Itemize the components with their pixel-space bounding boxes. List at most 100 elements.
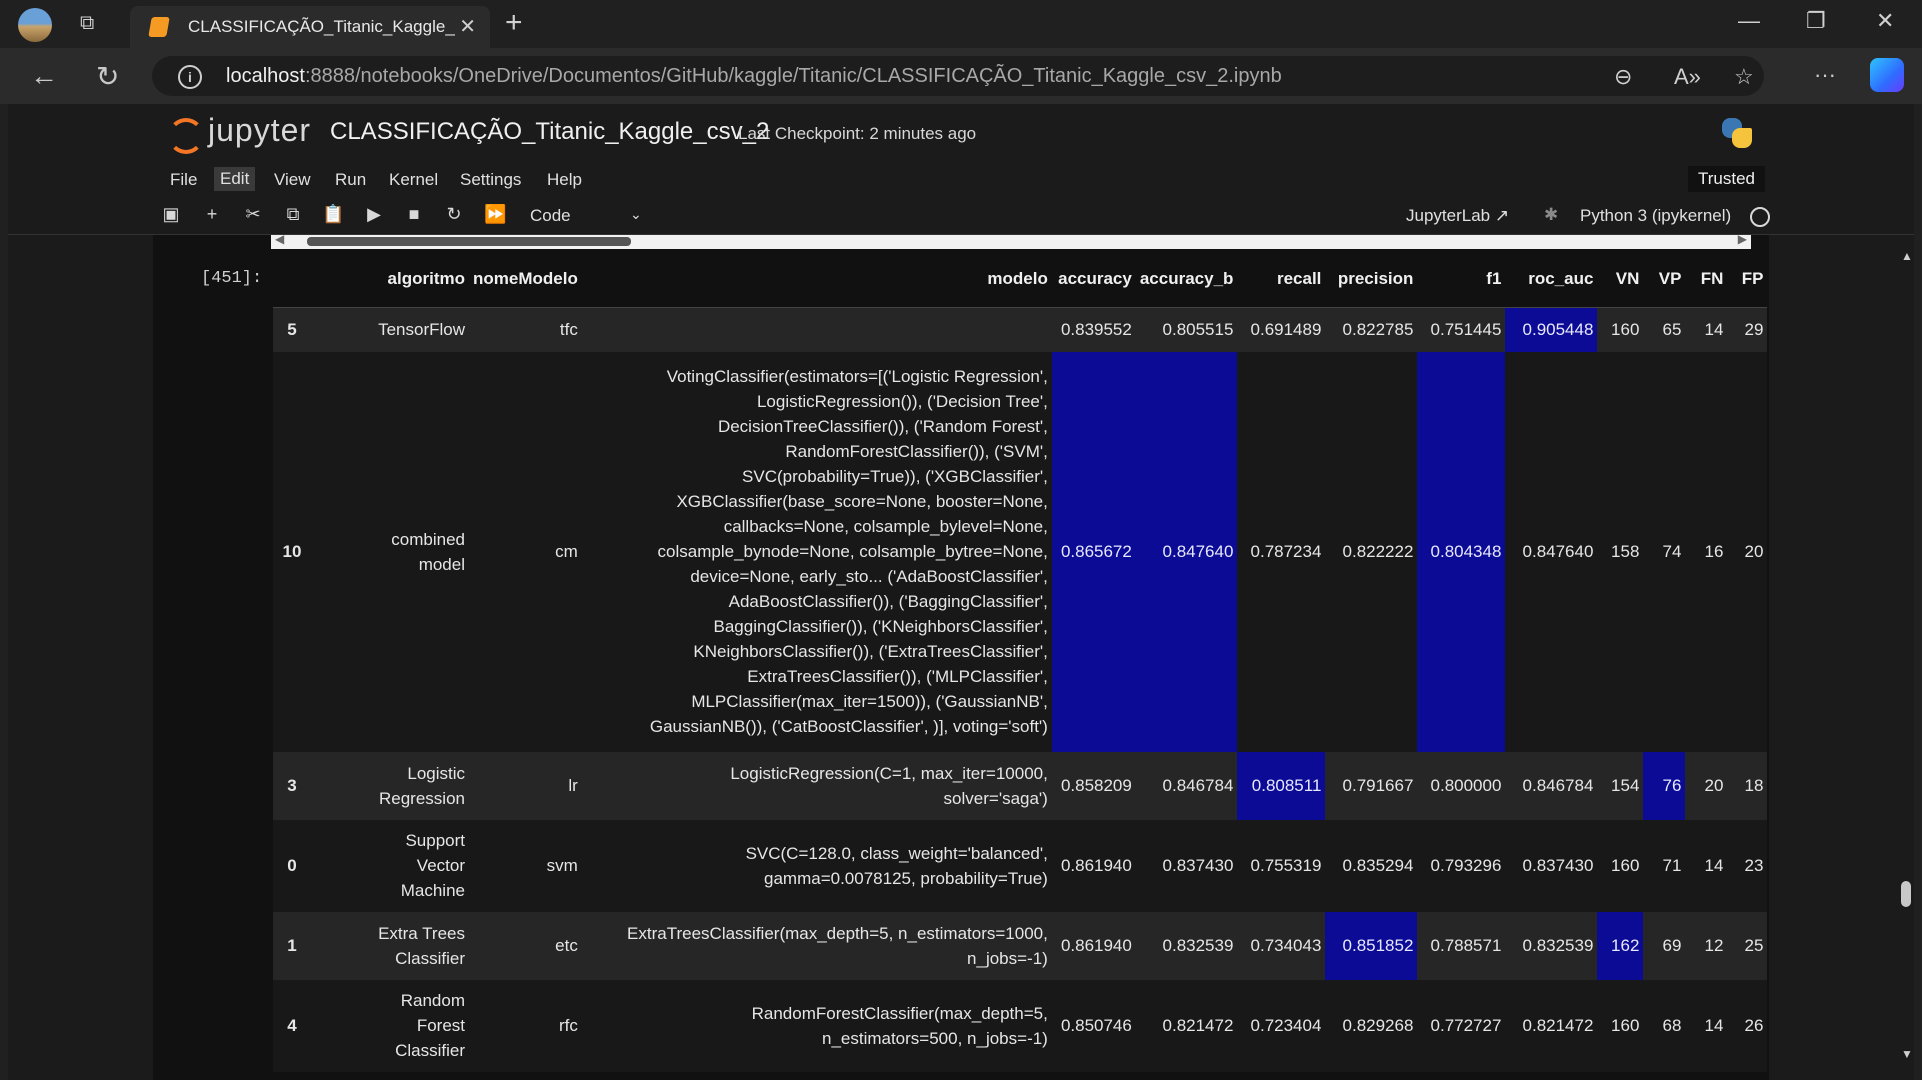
cell-roc-auc: 0.846784 <box>1505 751 1598 820</box>
menu-view[interactable]: View <box>274 170 311 190</box>
menu-settings[interactable]: Settings <box>460 170 521 190</box>
menu-file[interactable]: File <box>170 170 197 190</box>
restart-icon[interactable]: ↻ <box>443 204 465 225</box>
close-tab-icon[interactable]: ✕ <box>459 14 476 39</box>
menu-run[interactable]: Run <box>335 170 366 190</box>
url-path: :8888/notebooks/OneDrive/Documentos/GitH… <box>304 65 1282 87</box>
copilot-icon[interactable] <box>1870 58 1904 92</box>
browser-tab[interactable]: CLASSIFICAÇÃO_Titanic_Kaggle_ ✕ <box>130 6 490 48</box>
modelo-line: XGBClassifier(base_score=None, booster=N… <box>676 492 1048 511</box>
cell-modelo: LogisticRegression(C=1, max_iter=10000, s… <box>581 751 1052 820</box>
back-icon[interactable]: ← <box>30 60 58 92</box>
cell-nomemodelo: rfc <box>469 979 582 1072</box>
column-header-f1: f1 <box>1417 251 1506 308</box>
cell-recall: 0.723404 <box>1237 979 1326 1072</box>
menu-kernel[interactable]: Kernel <box>389 170 438 190</box>
cell-f1: 0.804348 <box>1417 351 1506 752</box>
row-index: 10 <box>273 351 311 752</box>
jupyterlab-link[interactable]: JupyterLab ↗ <box>1406 206 1509 226</box>
scroll-up-icon[interactable]: ▲ <box>1901 249 1913 263</box>
vertical-scroll-thumb[interactable] <box>1901 881 1911 907</box>
column-header-recall: recall <box>1237 251 1326 308</box>
cell-f1: 0.751445 <box>1417 307 1506 352</box>
cell-type-select[interactable]: Code <box>530 206 571 226</box>
column-header-accuracy: accuracy <box>1051 251 1136 308</box>
run-icon[interactable]: ▶ <box>363 204 385 225</box>
stop-icon[interactable]: ■ <box>403 204 425 225</box>
restore-icon[interactable]: ❐ <box>1806 8 1826 34</box>
cell-nomemodelo: lr <box>469 751 582 820</box>
cell-precision: 0.822785 <box>1325 307 1418 352</box>
scroll-right-icon[interactable]: ▶ <box>1738 235 1747 246</box>
favorite-icon[interactable]: ☆ <box>1734 64 1754 90</box>
external-link-icon: ↗ <box>1494 206 1510 225</box>
algoritmo-line: TensorFlow <box>378 320 465 340</box>
refresh-icon[interactable]: ↻ <box>96 60 119 93</box>
copy-icon[interactable]: ⧉ <box>282 204 304 225</box>
info-icon[interactable]: i <box>178 65 202 89</box>
cell-recall: 0.734043 <box>1237 911 1326 980</box>
algoritmo-line: Classifier <box>395 1041 465 1060</box>
cell-fp: 26 <box>1727 979 1768 1072</box>
notebook-toolbar: ▣ + ✂ ⧉ 📋 ▶ ■ ↻ ⏩ Code ⌄ JupyterLab ↗ ✱ … <box>8 196 1914 235</box>
modelo-line: RandomForestClassifier(max_depth=5, <box>751 1003 1048 1023</box>
modelo-line: ExtraTreesClassifier()), ('MLPClassifier… <box>747 667 1048 686</box>
table-row: 1 Extra Trees Classifier etc ExtraTreesClass… <box>273 911 1768 980</box>
column-header-nomemodelo: nomeModelo <box>469 251 582 308</box>
save-icon[interactable]: ▣ <box>160 204 182 225</box>
cell-recall: 0.787234 <box>1237 351 1326 752</box>
cell-accuracy: 0.865672 <box>1051 351 1136 752</box>
modelo-line: LogisticRegression(C=1, max_iter=10000, <box>730 763 1048 783</box>
scroll-down-icon[interactable]: ▼ <box>1901 1047 1913 1061</box>
notebook-title[interactable]: CLASSIFICAÇÃO_Titanic_Kaggle_csv_2 <box>330 118 769 146</box>
more-icon[interactable]: ··· <box>1814 62 1836 88</box>
paste-icon[interactable]: 📋 <box>322 204 344 225</box>
jupyter-logo-text[interactable]: jupyter <box>208 112 311 149</box>
url-field[interactable]: i localhost:8888/notebooks/OneDrive/Docu… <box>152 56 1764 96</box>
modelo-line: callbacks=None, colsample_bylevel=None, <box>723 517 1048 536</box>
modelo-line: KNeighborsClassifier()), ('ExtraTreesCla… <box>693 642 1048 661</box>
minimize-icon[interactable]: — <box>1738 8 1760 34</box>
window-close-icon[interactable]: ✕ <box>1876 8 1894 34</box>
cell-f1: 0.772727 <box>1417 979 1506 1072</box>
jupyter-logo-icon[interactable] <box>168 118 204 154</box>
read-aloud-icon[interactable]: A» <box>1674 64 1701 90</box>
menu-help[interactable]: Help <box>547 170 582 190</box>
profile-avatar[interactable] <box>18 8 52 42</box>
column-header-vp: VP <box>1643 251 1686 308</box>
modelo-line: n_jobs=-1) <box>967 948 1048 968</box>
cell-roc-auc: 0.832539 <box>1505 911 1598 980</box>
horizontal-scroll-thumb[interactable] <box>307 237 631 246</box>
column-header-modelo: modelo <box>581 251 1052 308</box>
modelo-line: GaussianNB()), ('CatBoostClassifier', )]… <box>649 717 1048 736</box>
cell-accuracy-b: 0.837430 <box>1135 819 1238 912</box>
trusted-badge[interactable]: Trusted <box>1688 166 1766 192</box>
cell-roc-auc: 0.837430 <box>1505 819 1598 912</box>
output-horizontal-scrollbar[interactable]: ◀ ▶ <box>271 235 1751 249</box>
new-tab-icon[interactable]: + <box>505 6 523 40</box>
algoritmo-line: Forest <box>416 1016 465 1035</box>
results-dataframe: algoritmo nomeModelo modelo accuracy acc… <box>273 251 1768 1072</box>
menu-edit[interactable]: Edit <box>214 167 256 191</box>
cell-vp: 65 <box>1643 307 1686 352</box>
cell-algoritmo: Extra Trees Classifier <box>311 911 469 980</box>
kernel-name[interactable]: Python 3 (ipykernel) <box>1580 206 1731 226</box>
cell-f1: 0.788571 <box>1417 911 1506 980</box>
cut-icon[interactable]: ✂ <box>242 204 264 225</box>
cell-accuracy-b: 0.847640 <box>1135 351 1238 752</box>
modelo-line: ExtraTreesClassifier(max_depth=5, n_esti… <box>627 923 1048 943</box>
column-header-index <box>273 251 311 308</box>
modelo-line: n_estimators=500, n_jobs=-1) <box>821 1028 1048 1048</box>
zoom-out-icon[interactable]: ⊖ <box>1614 64 1632 90</box>
column-header-precision: precision <box>1325 251 1418 308</box>
restart-run-all-icon[interactable]: ⏩ <box>484 204 506 225</box>
debugger-icon[interactable]: ✱ <box>1544 205 1558 225</box>
cell-accuracy: 0.858209 <box>1051 751 1136 820</box>
add-cell-icon[interactable]: + <box>201 204 223 225</box>
jupyter-header: jupyter CLASSIFICAÇÃO_Titanic_Kaggle_csv… <box>8 104 1914 160</box>
chevron-down-icon[interactable]: ⌄ <box>630 206 642 223</box>
workspaces-icon[interactable]: ⧉ <box>80 12 106 38</box>
scroll-left-icon[interactable]: ◀ <box>275 235 284 246</box>
table-row: 10 combined model cm VotingClassifier(estima… <box>273 351 1768 752</box>
page-vertical-scrollbar[interactable]: ▲ ▼ <box>1898 235 1914 1080</box>
